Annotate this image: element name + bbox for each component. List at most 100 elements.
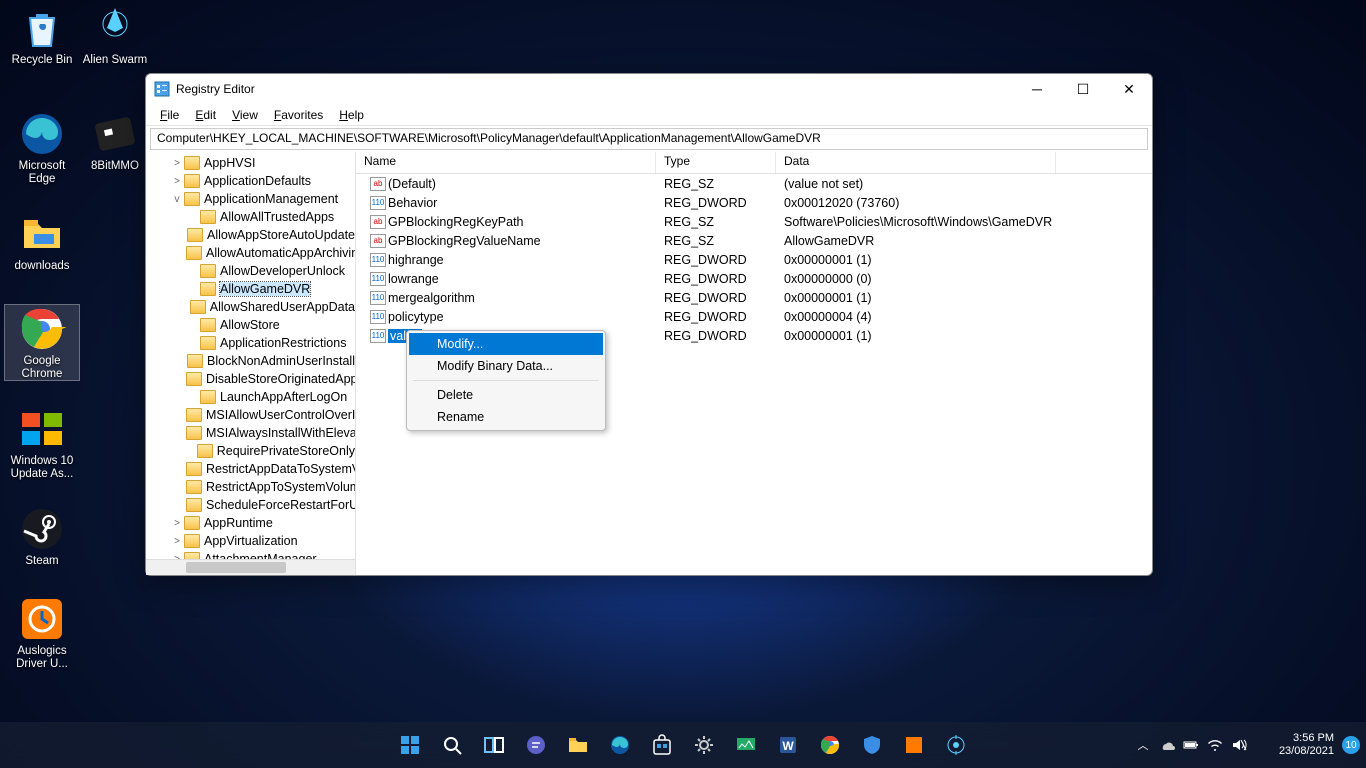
taskbar-chat-icon[interactable]	[517, 726, 555, 764]
tree-node[interactable]: >AppRuntime	[146, 514, 355, 532]
tree-node[interactable]: AllowGameDVR	[146, 280, 355, 298]
value-row[interactable]: 110highrangeREG_DWORD0x00000001 (1)	[356, 250, 1152, 269]
taskbar-asst-icon[interactable]	[937, 726, 975, 764]
values-header[interactable]: Name Type Data	[356, 152, 1152, 174]
volume-icon[interactable]	[1231, 737, 1247, 753]
menu-file[interactable]: File	[152, 108, 187, 122]
clock[interactable]: 3:56 PM 23/08/2021	[1279, 732, 1334, 758]
desktop-icon-steam[interactable]: Steam	[5, 505, 79, 568]
tree-node[interactable]: vApplicationManagement	[146, 190, 355, 208]
value-name: (Default)	[388, 177, 436, 191]
folder-icon	[186, 246, 202, 260]
value-row[interactable]: 110mergealgorithmREG_DWORD0x00000001 (1)	[356, 288, 1152, 307]
tree-node[interactable]: >AppVirtualization	[146, 532, 355, 550]
tree-node[interactable]: AllowDeveloperUnlock	[146, 262, 355, 280]
ctx-rename[interactable]: Rename	[409, 406, 603, 428]
tree-node[interactable]: ScheduleForceRestartForUpdateFailures	[146, 496, 355, 514]
expand-icon[interactable]: >	[170, 536, 184, 547]
col-type[interactable]: Type	[656, 152, 776, 173]
desktop-icon-winup[interactable]: Windows 10 Update As...	[5, 405, 79, 480]
tree-node[interactable]: RequirePrivateStoreOnly	[146, 442, 355, 460]
value-type-icon: 110	[370, 329, 386, 343]
notification-badge[interactable]: 10	[1342, 736, 1360, 754]
expand-icon[interactable]: >	[170, 158, 184, 169]
system-tray: ︿ 3:56 PM 23/08/2021 10	[1135, 732, 1360, 758]
taskbar-taskview-icon[interactable]	[475, 726, 513, 764]
tree-node[interactable]: RestrictAppDataToSystemVolume	[146, 460, 355, 478]
taskbar-explorer-icon[interactable]	[559, 726, 597, 764]
close-button[interactable]: ✕	[1106, 74, 1152, 104]
desktop-icon-8bit[interactable]: 8BitMMO	[78, 110, 152, 173]
tree-node[interactable]: AllowAppStoreAutoUpdate	[146, 226, 355, 244]
folder-icon	[186, 408, 202, 422]
onedrive-icon[interactable]	[1159, 737, 1175, 753]
tree-node[interactable]: AllowAllTrustedApps	[146, 208, 355, 226]
taskbar-store-icon[interactable]	[643, 726, 681, 764]
tree-node[interactable]: AllowStore	[146, 316, 355, 334]
tree-label: MSIAlwaysInstallWithElevatedPrivileges	[206, 426, 356, 440]
maximize-button[interactable]: ☐	[1060, 74, 1106, 104]
desktop-icon-auslogics[interactable]: Auslogics Driver U...	[5, 595, 79, 670]
value-row[interactable]: 110lowrangeREG_DWORD0x00000000 (0)	[356, 269, 1152, 288]
tree-node[interactable]: AllowSharedUserAppData	[146, 298, 355, 316]
tree-node[interactable]: BlockNonAdminUserInstall	[146, 352, 355, 370]
tree-node[interactable]: RestrictAppToSystemVolume	[146, 478, 355, 496]
value-row[interactable]: abGPBlockingRegKeyPathREG_SZSoftware\Pol…	[356, 212, 1152, 231]
value-row[interactable]: ab(Default)REG_SZ(value not set)	[356, 174, 1152, 193]
taskbar-word-icon[interactable]: W	[769, 726, 807, 764]
folder-icon	[187, 228, 203, 242]
value-row[interactable]: 110BehaviorREG_DWORD0x00012020 (73760)	[356, 193, 1152, 212]
expand-icon[interactable]: >	[170, 518, 184, 529]
language-icon[interactable]	[1255, 737, 1271, 753]
desktop-icon-recycle[interactable]: Recycle Bin	[5, 4, 79, 67]
taskbar-settings-icon[interactable]	[685, 726, 723, 764]
battery-icon[interactable]	[1183, 737, 1199, 753]
tray-chevron-up-icon[interactable]: ︿	[1135, 737, 1151, 753]
tree-pane[interactable]: >AppHVSI>ApplicationDefaultsvApplication…	[146, 152, 356, 575]
expand-icon[interactable]: v	[170, 194, 184, 205]
address-bar[interactable]: Computer\HKEY_LOCAL_MACHINE\SOFTWARE\Mic…	[150, 128, 1148, 150]
taskbar-edge-icon[interactable]	[601, 726, 639, 764]
desktop-icon-folder[interactable]: downloads	[5, 210, 79, 273]
folder-icon	[186, 480, 202, 494]
tree-node[interactable]: >AppHVSI	[146, 154, 355, 172]
value-data: (value not set)	[776, 177, 1056, 191]
menu-view[interactable]: View	[224, 108, 266, 122]
ctx-delete[interactable]: Delete	[409, 384, 603, 406]
taskbar-square-icon[interactable]	[895, 726, 933, 764]
taskbar-search-icon[interactable]	[433, 726, 471, 764]
value-row[interactable]: 110policytypeREG_DWORD0x00000004 (4)	[356, 307, 1152, 326]
tree-node[interactable]: DisableStoreOriginatedApps	[146, 370, 355, 388]
col-data[interactable]: Data	[776, 152, 1056, 173]
value-type-icon: 110	[370, 196, 386, 210]
desktop-icon-chrome[interactable]: Google Chrome	[5, 305, 79, 380]
scrollbar-thumb[interactable]	[186, 562, 286, 573]
taskbar-start-icon[interactable]	[391, 726, 429, 764]
menu-edit[interactable]: Edit	[187, 108, 224, 122]
menu-help[interactable]: Help	[331, 108, 372, 122]
value-type: REG_SZ	[656, 215, 776, 229]
value-row[interactable]: abGPBlockingRegValueNameREG_SZAllowGameD…	[356, 231, 1152, 250]
minimize-button[interactable]: ─	[1014, 74, 1060, 104]
col-name[interactable]: Name	[356, 152, 656, 173]
tree-node[interactable]: LaunchAppAfterLogOn	[146, 388, 355, 406]
tree-node[interactable]: MSIAlwaysInstallWithElevatedPrivileges	[146, 424, 355, 442]
ctx-modify[interactable]: Modify...	[409, 333, 603, 355]
wifi-icon[interactable]	[1207, 737, 1223, 753]
tree-label: AllowAutomaticAppArchiving	[206, 246, 356, 260]
tree-node[interactable]: >ApplicationDefaults	[146, 172, 355, 190]
taskbar-chrome-icon[interactable]	[811, 726, 849, 764]
taskbar-monitor-icon[interactable]	[727, 726, 765, 764]
taskbar-security-icon[interactable]	[853, 726, 891, 764]
expand-icon[interactable]: >	[170, 176, 184, 187]
tree-node[interactable]: AllowAutomaticAppArchiving	[146, 244, 355, 262]
ctx-modify-binary-data[interactable]: Modify Binary Data...	[409, 355, 603, 377]
menu-favorites[interactable]: Favorites	[266, 108, 331, 122]
desktop-icon-edge[interactable]: Microsoft Edge	[5, 110, 79, 185]
tree-node[interactable]: MSIAllowUserControlOverInstall	[146, 406, 355, 424]
folder-icon	[184, 516, 200, 530]
tree-horizontal-scrollbar[interactable]	[146, 559, 355, 575]
titlebar[interactable]: Registry Editor ─ ☐ ✕	[146, 74, 1152, 104]
desktop-icon-alien[interactable]: Alien Swarm	[78, 4, 152, 67]
tree-node[interactable]: ApplicationRestrictions	[146, 334, 355, 352]
